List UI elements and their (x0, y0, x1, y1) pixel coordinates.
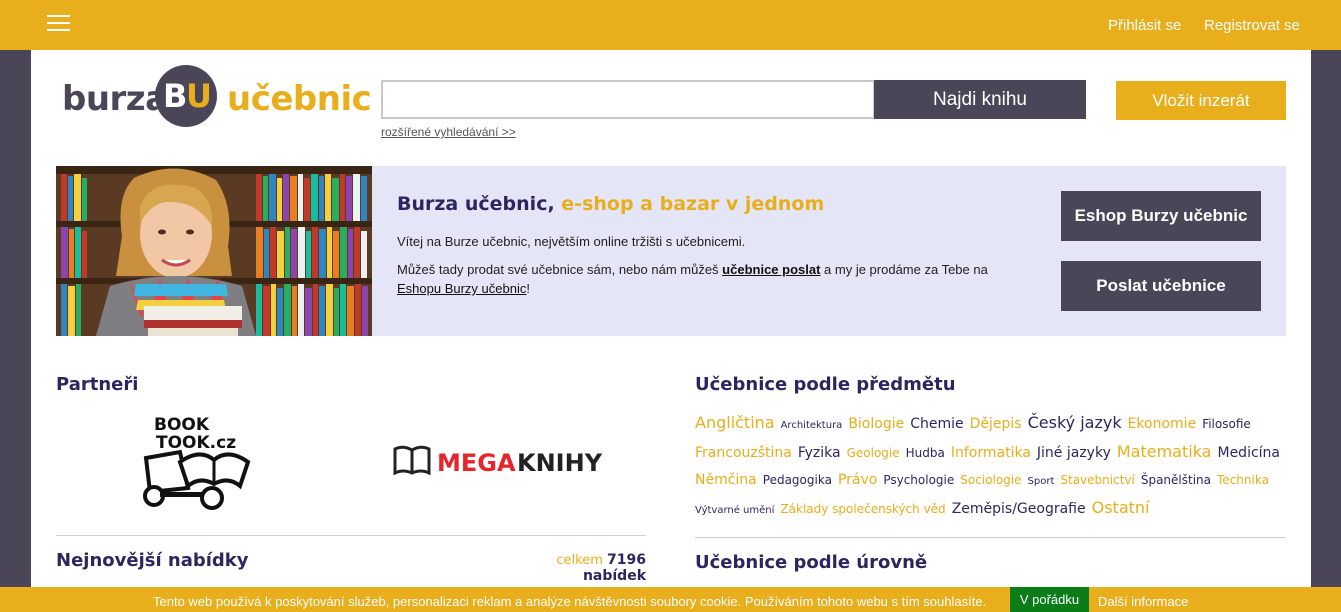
subject-tag[interactable]: Právo (838, 468, 877, 494)
hamburger-menu-icon[interactable] (47, 15, 70, 33)
cookie-text: Tento web používá k poskytování služeb, … (153, 594, 987, 609)
cookie-accept-button[interactable]: V pořádku (1010, 587, 1089, 612)
hero-intro-text: Vítej na Burze učebnic, největším online… (397, 234, 746, 249)
booktook-text-1: BOOK (154, 415, 210, 435)
subject-tag[interactable]: Francouzština (695, 441, 792, 467)
subject-tag[interactable]: Hudba (906, 441, 945, 467)
booktook-text-2: TOOK.cz (156, 433, 236, 453)
logo-circle: B U (155, 65, 217, 127)
subject-tag[interactable]: Stavebnictví (1060, 468, 1134, 494)
register-link[interactable]: Registrovat se (1204, 17, 1300, 34)
hero-title: Burza učebnic, e-shop a bazar v jednom (397, 193, 824, 215)
subject-tag[interactable]: Výtvarné umění (695, 498, 774, 524)
subject-tag[interactable]: Geologie (847, 441, 900, 467)
subject-tag[interactable]: Matematika (1117, 439, 1212, 465)
partners-title: Partneři (56, 374, 139, 395)
hero-student-image (56, 166, 372, 336)
insert-listing-button[interactable]: Vložit inzerát (1116, 81, 1286, 120)
subject-tag[interactable]: Psychologie (883, 468, 954, 494)
megaknihy-text-knihy: KNIHY (517, 449, 603, 477)
booktook-logo[interactable]: BOOK TOOK.cz (136, 410, 268, 510)
top-bar: Přihlásit se Registrovat se (0, 0, 1341, 50)
megaknihy-text-mega: MEGA (437, 449, 516, 477)
login-link[interactable]: Přihlásit se (1108, 17, 1181, 34)
subject-tag[interactable]: Sport (1028, 469, 1055, 495)
search-button[interactable]: Najdi knihu (874, 80, 1086, 119)
subject-tag[interactable]: Angličtina (695, 410, 775, 436)
subject-tag[interactable]: Český jazyk (1028, 410, 1122, 436)
hero-description-part1: Můžeš tady prodat své učebnice sám, nebo… (397, 262, 723, 277)
subject-tag[interactable]: Němčina (695, 468, 757, 494)
subject-tag[interactable]: Ostatní (1092, 495, 1150, 521)
offers-count: celkem 7196 nabídek (504, 552, 646, 584)
subject-tag[interactable]: Chemie (910, 412, 963, 438)
hero-description: Můžeš tady prodat své učebnice sám, nebo… (397, 260, 1017, 298)
cookie-bar: Tento web používá k poskytování služeb, … (0, 587, 1341, 612)
search-input[interactable] (381, 80, 875, 119)
subject-tag[interactable]: Základy společenských věd (780, 497, 945, 523)
eshop-link[interactable]: Eshopu Burzy učebnic (397, 281, 526, 296)
hero-title-accent: e-shop a bazar v jednom (561, 193, 825, 215)
logo-word-ucebnic: učebnic (227, 79, 372, 119)
subject-tag[interactable]: Zeměpis/Geografie (952, 497, 1086, 523)
subject-tag[interactable]: Jiné jazyky (1037, 441, 1111, 467)
subject-tag[interactable]: Medicína (1217, 441, 1280, 467)
send-textbooks-link[interactable]: učebnice poslat (722, 262, 820, 277)
subject-tag[interactable]: Dějepis (970, 412, 1022, 438)
subject-tag[interactable]: Sociologie (960, 468, 1021, 494)
eshop-button[interactable]: Eshop Burzy učebnic (1061, 191, 1261, 241)
subject-tag[interactable]: Fyzika (798, 441, 841, 467)
subject-tag[interactable]: Architektura (781, 413, 843, 439)
subjects-tag-cloud: Angličtina Architektura Biologie Chemie Děje… (695, 410, 1295, 523)
subject-tag[interactable]: Informatika (951, 441, 1031, 467)
subjects-title: Učebnice podle předmětu (695, 374, 956, 395)
offers-count-prefix: celkem (556, 553, 603, 568)
subject-tag[interactable]: Technika (1217, 468, 1269, 494)
subject-tag[interactable]: Španělština (1141, 468, 1211, 494)
logo-word-burza: burza (62, 79, 168, 119)
hero-description-part2: a my je prodáme za Tebe na (820, 262, 988, 277)
left-divider (56, 535, 646, 536)
right-divider (695, 537, 1286, 538)
subject-tag[interactable]: Ekonomie (1128, 412, 1197, 438)
subject-tag[interactable]: Filosofie (1202, 412, 1251, 438)
send-textbooks-button[interactable]: Poslat učebnice (1061, 261, 1261, 311)
site-logo[interactable]: burza B U učebnic (62, 65, 372, 131)
newest-offers-title: Nejnovější nabídky (56, 550, 249, 571)
hero-title-main: Burza učebnic, (397, 193, 555, 215)
advanced-search-link[interactable]: rozšířené vyhledávání >> (381, 125, 516, 139)
levels-title: Učebnice podle úrovně (695, 552, 928, 573)
hero-description-part3: ! (526, 281, 530, 296)
megaknihy-logo[interactable]: MEGA KNIHY (393, 443, 605, 477)
hero-banner: Burza učebnic, e-shop a bazar v jednom V… (56, 166, 1286, 336)
logo-letter-u: U (186, 77, 212, 115)
cookie-more-info-link[interactable]: Další informace (1098, 594, 1188, 609)
subject-tag[interactable]: Pedagogika (763, 468, 832, 494)
page-container: burza B U učebnic Najdi knihu rozšířené … (31, 50, 1311, 612)
logo-letter-b: B (163, 77, 188, 115)
subject-tag[interactable]: Biologie (848, 412, 904, 438)
